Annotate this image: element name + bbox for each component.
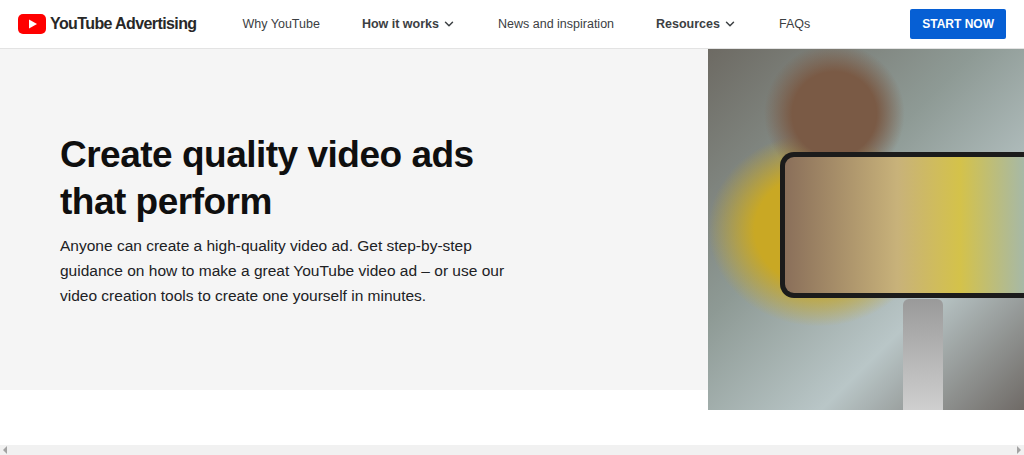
scroll-right-icon[interactable]: [1017, 446, 1021, 454]
chevron-down-icon: [723, 17, 737, 31]
hero-text-panel: Create quality video ads that perform Any…: [0, 49, 708, 390]
phone-screen: [785, 157, 1024, 293]
hero-title: Create quality video ads that perform: [60, 131, 530, 225]
nav-item[interactable]: How it works: [362, 17, 456, 31]
logo-text[interactable]: YouTube Advertising: [50, 15, 197, 33]
spacer: [0, 410, 1024, 445]
nav-item[interactable]: News and inspiration: [498, 17, 614, 31]
scroll-left-icon[interactable]: [3, 446, 7, 454]
chevron-down-icon: [442, 17, 456, 31]
logo[interactable]: YouTube Advertising: [18, 14, 197, 34]
youtube-logo-icon: [18, 14, 46, 34]
main-nav: Why YouTube How it works News and inspirat…: [243, 17, 811, 31]
horizontal-scrollbar[interactable]: [0, 445, 1024, 455]
nav-item[interactable]: FAQs: [779, 17, 810, 31]
hero: Create quality video ads that perform Any…: [0, 49, 1024, 410]
hero-photo: [708, 49, 1024, 410]
start-now-button[interactable]: START NOW: [910, 9, 1006, 39]
top-nav-bar: YouTube Advertising Why YouTube How it wor…: [0, 0, 1024, 49]
phone: [780, 152, 1024, 298]
tripod: [903, 299, 943, 410]
nav-item[interactable]: Why YouTube: [243, 17, 320, 31]
hero-body: Anyone can create a high-quality video a…: [60, 233, 510, 308]
page: YouTube Advertising Why YouTube How it wor…: [0, 0, 1024, 455]
nav-item[interactable]: Resources: [656, 17, 737, 31]
